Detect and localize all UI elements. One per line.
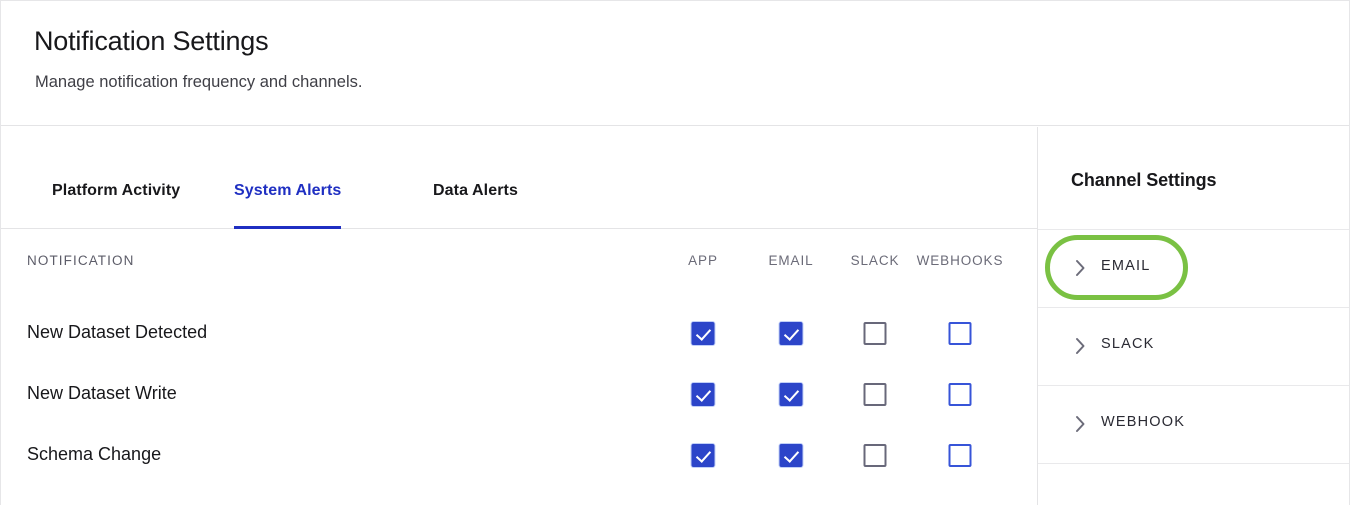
checkbox-email[interactable] xyxy=(779,322,803,345)
cell-app xyxy=(691,444,715,467)
page-body: Platform Activity System Alerts Data Ale… xyxy=(1,127,1349,505)
channel-item-label: SLACK xyxy=(1101,336,1155,352)
cell-slack xyxy=(863,444,887,467)
cell-webhooks xyxy=(948,383,972,406)
checkbox-slack[interactable] xyxy=(863,322,887,345)
channel-item-email[interactable]: EMAIL xyxy=(1038,230,1349,307)
cell-email xyxy=(779,322,803,345)
column-header-webhooks: WEBHOOKS xyxy=(916,253,1004,268)
checkbox-email[interactable] xyxy=(779,383,803,406)
tab-data-alerts[interactable]: Data Alerts xyxy=(433,182,518,229)
cell-email xyxy=(779,444,803,467)
table-header-row: NOTIFICATION APP EMAIL SLACK WEBHOOKS xyxy=(1,229,1038,292)
column-header-app: APP xyxy=(688,253,718,268)
checkbox-app[interactable] xyxy=(691,383,715,406)
channel-item-label: EMAIL xyxy=(1101,258,1151,274)
cell-app xyxy=(691,383,715,406)
tab-platform-activity[interactable]: Platform Activity xyxy=(52,182,180,229)
checkbox-email[interactable] xyxy=(779,444,803,467)
checkbox-slack[interactable] xyxy=(863,444,887,467)
cell-webhooks xyxy=(948,444,972,467)
page-title: Notification Settings xyxy=(34,26,269,56)
cell-slack xyxy=(863,383,887,406)
checkbox-webhooks[interactable] xyxy=(948,322,972,345)
tab-system-alerts[interactable]: System Alerts xyxy=(234,182,342,229)
checkbox-app[interactable] xyxy=(691,322,715,345)
checkbox-app[interactable] xyxy=(691,444,715,467)
page-header: Notification Settings Manage notificatio… xyxy=(1,1,1349,126)
channel-settings-title: Channel Settings xyxy=(1071,170,1217,190)
chevron-right-icon xyxy=(1074,335,1087,357)
table-row: New Dataset Write xyxy=(1,367,1038,428)
channel-item-webhook[interactable]: WEBHOOK xyxy=(1038,386,1349,463)
checkbox-webhooks[interactable] xyxy=(948,444,972,467)
channel-item-label: WEBHOOK xyxy=(1101,414,1186,430)
checkbox-slack[interactable] xyxy=(863,383,887,406)
row-label: Schema Change xyxy=(27,444,162,464)
cell-email xyxy=(779,383,803,406)
cell-app xyxy=(691,322,715,345)
tab-bar: Platform Activity System Alerts Data Ale… xyxy=(1,127,1038,229)
column-header-slack: SLACK xyxy=(850,253,900,268)
cell-slack xyxy=(863,322,887,345)
chevron-right-icon xyxy=(1074,257,1087,279)
column-header-email: EMAIL xyxy=(768,253,814,268)
table-row: Schema Change xyxy=(1,428,1038,489)
row-label: New Dataset Write xyxy=(27,383,177,403)
channel-settings-pane: Channel Settings EMAIL SLACK WEBHOOK xyxy=(1038,127,1349,505)
cell-webhooks xyxy=(948,322,972,345)
notifications-pane: Platform Activity System Alerts Data Ale… xyxy=(1,127,1038,505)
divider xyxy=(1038,463,1349,464)
row-label: New Dataset Detected xyxy=(27,322,208,342)
chevron-right-icon xyxy=(1074,413,1087,435)
column-header-notification: NOTIFICATION xyxy=(27,253,135,268)
checkbox-webhooks[interactable] xyxy=(948,383,972,406)
table-row: New Dataset Detected xyxy=(1,306,1038,367)
channel-item-slack[interactable]: SLACK xyxy=(1038,308,1349,385)
notification-settings-page: Notification Settings Manage notificatio… xyxy=(0,0,1350,505)
page-subtitle: Manage notification frequency and channe… xyxy=(35,73,363,91)
